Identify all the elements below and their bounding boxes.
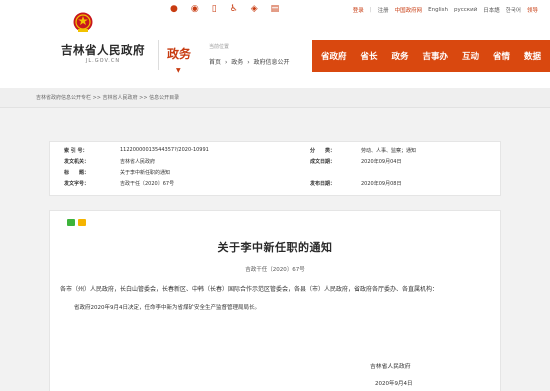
subject-value: 关于李中新任职的通知 <box>120 170 171 176</box>
nav-item-data[interactable]: 数据 <box>524 50 541 62</box>
accessibility-icon[interactable]: ♿ <box>230 4 238 14</box>
mobile-icon[interactable]: ▯ <box>212 4 217 14</box>
doc-number-label: 发文字号： <box>64 181 90 187</box>
elderly-icon[interactable]: ◈ <box>251 4 258 14</box>
created-date-label: 成文日期： <box>310 159 336 165</box>
index-value: 11220000013544357?/2020-10991 <box>120 147 209 153</box>
japanese-link[interactable]: 日本語 <box>483 6 500 14</box>
leader-link[interactable]: 领导 <box>527 6 538 14</box>
bookmark-icon[interactable]: ▤ <box>271 4 280 14</box>
nav-item-interaction[interactable]: 互动 <box>462 50 479 62</box>
top-links: 登录 | 注册 中国政府网 English русский 日本語 한국어 领导 <box>353 6 538 14</box>
document-content: 省政府2020年9月4日决定，任命李中新为省煤矿安全生产监督管理局局长。 <box>74 305 260 311</box>
weibo-icon[interactable]: ● <box>170 4 178 14</box>
subject-label: 标 题： <box>64 170 90 176</box>
gov-cn-link[interactable]: 中国政府网 <box>395 6 423 14</box>
nav-item-services[interactable]: 吉事办 <box>422 50 448 62</box>
breadcrumb-separator: › <box>224 59 228 66</box>
category-value: 劳动、人事、监察；通知 <box>361 148 417 154</box>
breadcrumb-home[interactable]: 首页 <box>209 59 221 66</box>
nav-item-province-info[interactable]: 省情 <box>493 50 510 62</box>
index-label: 索 引 号： <box>64 148 88 154</box>
login-link[interactable]: 登录 <box>353 6 364 14</box>
page-breadcrumb-bar[interactable]: 吉林省政府信息公开专栏 >> 吉林省人民政府 >> 信息公开目录 <box>0 88 550 108</box>
document-date: 2020年9月4日 <box>375 381 413 387</box>
site-header: 吉林省人民政府 JL.GOV.CN 政务 ▼ 当前位置 首页 › 政务 › 政府… <box>0 0 550 88</box>
document-number: 吉政干任〔2020〕67号 <box>245 267 305 273</box>
english-link[interactable]: English <box>428 7 448 13</box>
register-link[interactable]: 注册 <box>378 6 389 14</box>
section-title: 政务 <box>167 47 192 61</box>
social-links: ● ◉ ▯ ♿ ◈ ▤ <box>170 3 279 15</box>
site-url: JL.GOV.CN <box>85 58 121 64</box>
created-date-value: 2020年09月04日 <box>361 159 402 165</box>
header-divider <box>158 40 159 70</box>
nav-item-provincial-gov[interactable]: 省政府 <box>321 50 347 62</box>
document-body: 关于李中新任职的通知 吉政干任〔2020〕67号 各市（州）人民政府，长白山管委… <box>49 210 501 391</box>
link-separator: | <box>369 7 372 13</box>
korean-link[interactable]: 한국어 <box>506 6 521 14</box>
breadcrumb-zhengwu[interactable]: 政务 <box>231 59 243 66</box>
wechat-icon[interactable]: ◉ <box>191 4 199 14</box>
national-emblem-icon[interactable] <box>73 12 93 33</box>
org-label: 发文机关： <box>64 159 90 165</box>
share-buttons <box>67 219 86 226</box>
doc-number-value: 吉政干任〔2020〕67号 <box>120 181 175 187</box>
breadcrumb-info-public[interactable]: 政府信息公开 <box>254 59 290 66</box>
location-label: 当前位置 <box>209 44 230 50</box>
wechat-share-icon[interactable] <box>67 219 75 226</box>
breadcrumb: 首页 › 政务 › 政府信息公开 <box>209 57 292 66</box>
qzone-share-icon[interactable] <box>78 219 86 226</box>
nav-item-government-affairs[interactable]: 政务 <box>391 50 408 62</box>
org-value: 吉林省人民政府 <box>120 159 156 165</box>
document-signature: 吉林省人民政府 <box>370 364 411 370</box>
main-nav: 省政府 省长 政务 吉事办 互动 省情 数据 <box>312 40 550 72</box>
site-name[interactable]: 吉林省人民政府 <box>48 42 158 58</box>
russian-link[interactable]: русский <box>454 7 477 13</box>
published-date-value: 2020年09月08日 <box>361 181 402 187</box>
document-recipients: 各市（州）人民政府，长白山管委会，长春新区、中韩（长春）国际合作示范区管委会，各… <box>60 286 439 293</box>
chevron-down-icon: ▼ <box>176 67 181 74</box>
category-label: 分 类： <box>310 148 336 154</box>
nav-item-governor[interactable]: 省长 <box>360 50 377 62</box>
published-date-label: 发布日期： <box>310 181 336 187</box>
document-meta-table: 索 引 号： 11220000013544357?/2020-10991 发文机… <box>49 141 501 196</box>
breadcrumb-separator: › <box>247 59 250 66</box>
document-title: 关于李中新任职的通知 <box>217 241 333 254</box>
